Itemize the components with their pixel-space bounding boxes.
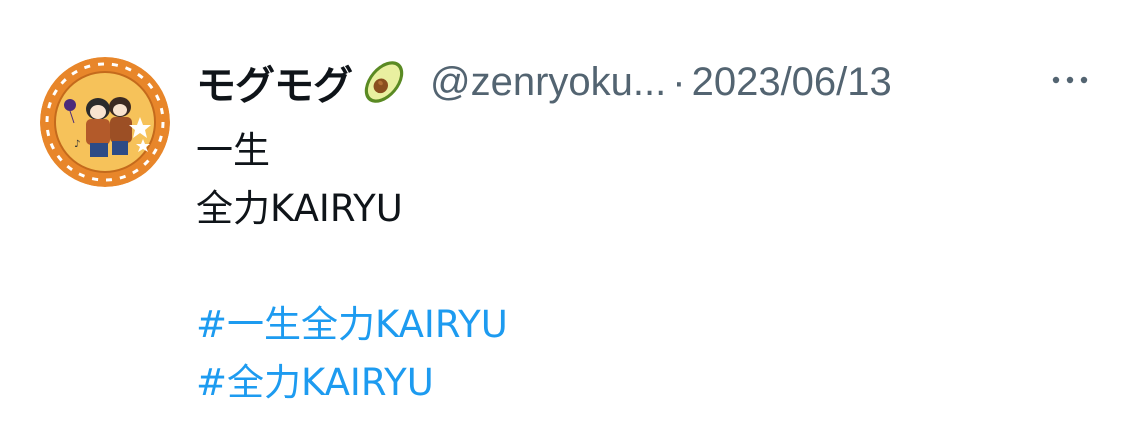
svg-text:♪: ♪ bbox=[74, 139, 80, 150]
display-name[interactable]: モグモグ bbox=[196, 53, 353, 111]
separator-dot: · bbox=[672, 59, 686, 104]
tweet-text-line: 一生 bbox=[196, 129, 270, 172]
avatar-image: ♪ bbox=[40, 57, 170, 187]
user-handle[interactable]: @zenryoku... bbox=[430, 60, 666, 105]
hashtag-link[interactable]: #全力KAIRYU bbox=[196, 354, 1076, 412]
tweet-header: モグモグ @zenryoku... · 2023/06/13 bbox=[196, 52, 1096, 112]
more-horizontal-icon bbox=[1052, 76, 1088, 84]
more-options-button[interactable] bbox=[1048, 62, 1092, 98]
tweet-text-line: 全力KAIRYU bbox=[196, 187, 403, 230]
tweet[interactable]: ♪ モグモグ @zenryoku... · 2023/06/13 一生 全力KA… bbox=[0, 0, 1125, 444]
tweet-text: 一生 全力KAIRYU #一生全力KAIRYU #全力KAIRYU bbox=[196, 122, 1076, 412]
tweet-timestamp[interactable]: 2023/06/13 bbox=[692, 60, 892, 105]
hashtag-link[interactable]: #一生全力KAIRYU bbox=[196, 296, 1076, 354]
avatar[interactable]: ♪ bbox=[40, 57, 170, 187]
avocado-emoji-icon bbox=[356, 54, 412, 110]
